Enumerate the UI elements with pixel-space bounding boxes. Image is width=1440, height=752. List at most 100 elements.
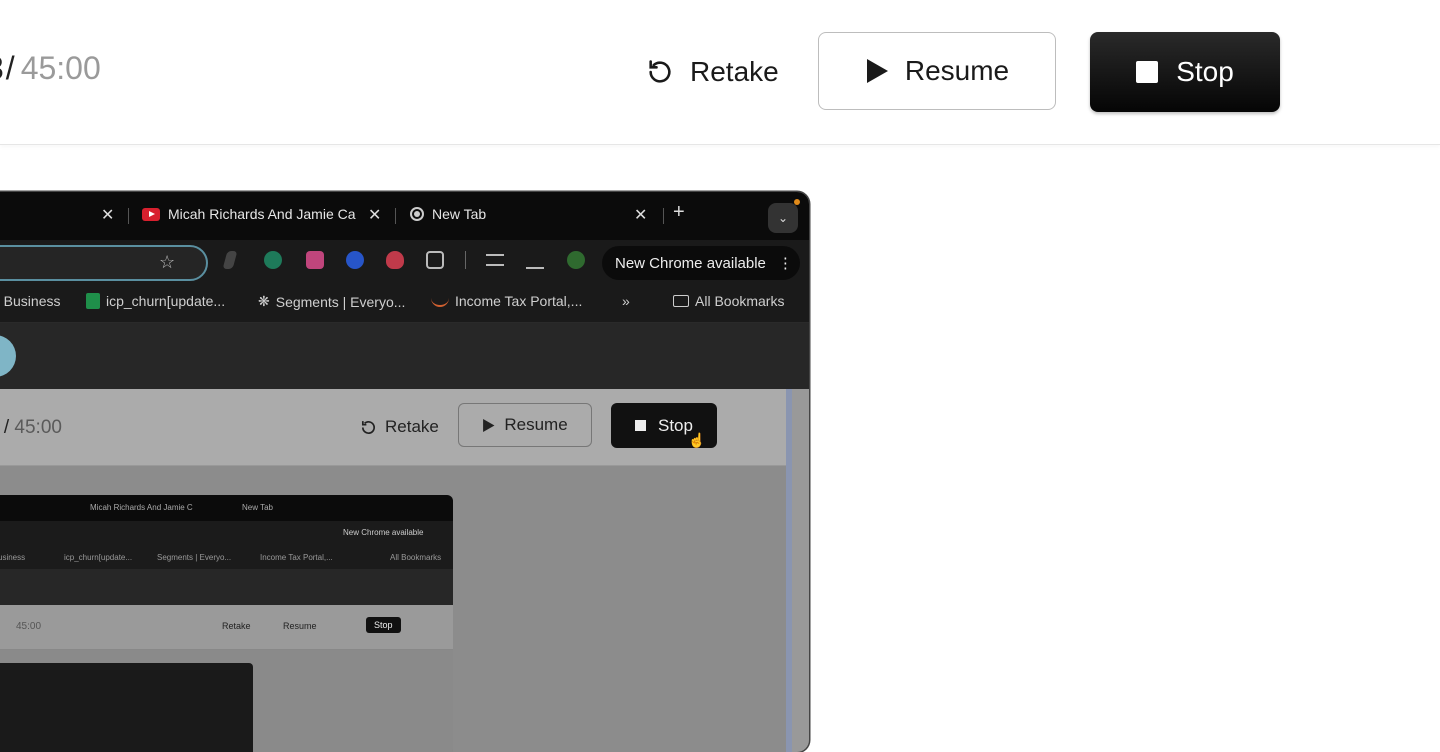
retake-icon [361, 420, 375, 434]
double-chevron-icon: » [622, 293, 630, 309]
folder-icon [673, 295, 689, 307]
bookmarks-bar: n Business icp_churn[update... ❋ Segment… [0, 282, 809, 323]
avatar[interactable] [0, 335, 16, 377]
nested-page: 3 45:00 Retake Resume Stop [0, 605, 453, 752]
tab-divider [128, 208, 129, 224]
retake-label: Retake [690, 56, 779, 87]
browser-address-bar: ☆ New Chrome available ⋮ [0, 240, 809, 282]
bookmark-label: icp_churn[update... [106, 293, 226, 309]
close-tab-icon[interactable]: ✕ [368, 205, 381, 225]
inner-recording-toolbar: 3 / 45:00 Retake Resume Stop [0, 389, 792, 466]
nested-preview: Micah Richards And Jamie C New Tab New C… [0, 495, 453, 752]
nested-bookmark: Income Tax Portal,... [260, 553, 333, 562]
pointer-cursor-icon: ☝ [688, 432, 706, 448]
omnibox[interactable]: ☆ [0, 245, 208, 281]
tab-divider [395, 208, 396, 224]
nested-bookmark: icp_churn[update... [64, 553, 133, 562]
inner-retake-label: Retake [385, 417, 439, 436]
bookmark-label: Segments | Everyo... [275, 293, 406, 310]
puzzle-extensions-icon[interactable] [426, 251, 444, 269]
retake-button[interactable]: Retake [646, 52, 779, 92]
inner-resume-button: Resume [458, 403, 592, 447]
bookmarks-overflow[interactable]: » [622, 293, 630, 309]
tab-divider [663, 208, 664, 224]
c-extension-icon[interactable] [346, 251, 364, 269]
nested-resume: Resume [283, 621, 317, 631]
stop-button[interactable]: Stop [1090, 32, 1280, 112]
bookmark-item[interactable]: n Business [0, 293, 60, 309]
chrome-update-button[interactable]: New Chrome available ⋮ [602, 246, 800, 280]
browser-tab-strip: ✕ Micah Richards And Jamie Ca ✕ New Tab … [0, 192, 809, 240]
nested-nested-preview [0, 663, 253, 752]
segment-icon: ❋ [258, 293, 270, 309]
timer-separator: / [5, 50, 15, 86]
bookmark-label: All Bookmarks [695, 293, 785, 309]
elapsed-time: 3 [0, 50, 4, 86]
tab-new-tab[interactable]: New Tab [410, 206, 486, 222]
bookmark-label: Income Tax Portal,... [455, 293, 583, 309]
nested-retake: Retake [222, 621, 251, 631]
nested-bookmarks: n Business icp_churn[update... Segments … [0, 547, 453, 569]
resume-button[interactable]: Resume [818, 32, 1056, 110]
page-header-dark [0, 323, 809, 389]
youtube-icon [142, 207, 160, 221]
nested-address-bar: New Chrome available [0, 521, 453, 547]
recording-toolbar: 3/45:00 Retake Resume Stop [0, 0, 1440, 145]
nested-bookmark: Segments | Everyo... [157, 553, 232, 562]
inner-separator: / [3, 417, 10, 438]
nested-total: 45:00 [16, 621, 42, 632]
play-icon [483, 418, 495, 432]
stop-label: Stop [1176, 56, 1234, 87]
tab-title: Micah Richards And Jamie Ca [168, 206, 356, 222]
grammarly-extension-icon[interactable] [264, 251, 282, 269]
nested-dark-header [0, 569, 453, 605]
tab-title: New Tab [432, 206, 487, 222]
feather-extension-icon[interactable] [222, 251, 238, 269]
bookmark-item[interactable]: Income Tax Portal,... [431, 293, 582, 309]
scrollbar[interactable] [786, 389, 792, 752]
chevron-down-icon[interactable]: ⌄ [768, 203, 798, 233]
stop-icon [635, 420, 646, 431]
new-tab-icon[interactable]: + [673, 201, 685, 224]
stop-icon [1136, 61, 1159, 83]
income-tax-icon [431, 295, 449, 307]
screen-preview: ✕ Micah Richards And Jamie Ca ✕ New Tab … [0, 192, 809, 752]
nested-tab-title: Micah Richards And Jamie C [90, 503, 193, 512]
toolbar-divider [465, 251, 466, 269]
chrome-icon [410, 207, 424, 221]
inner-total: 45:00 [14, 417, 62, 438]
nested-tab-title: New Tab [242, 503, 273, 512]
play-icon [866, 59, 888, 83]
nested-tab-strip: Micah Richards And Jamie C New Tab [0, 495, 453, 521]
bookmark-item[interactable]: ❋ Segments | Everyo... [258, 293, 405, 310]
inner-timer: 3 / 45:00 [0, 417, 62, 439]
nested-bookmark: All Bookmarks [390, 553, 442, 562]
star-icon[interactable]: ☆ [159, 252, 175, 273]
all-bookmarks[interactable]: All Bookmarks [673, 293, 784, 309]
nested-bookmark: n Business [0, 553, 26, 562]
nested-recording-toolbar: 3 45:00 Retake Resume Stop [0, 605, 453, 650]
inner-resume-label: Resume [504, 415, 568, 434]
more-vert-icon[interactable]: ⋮ [778, 254, 793, 272]
retake-icon [649, 60, 671, 83]
inner-retake-button: Retake [360, 417, 439, 437]
close-tab-icon[interactable]: ✕ [101, 205, 114, 225]
sheets-icon [86, 293, 100, 309]
recording-timer: 3/45:00 [0, 50, 101, 87]
close-tab-icon[interactable]: ✕ [634, 205, 647, 225]
nested-stop: Stop [366, 617, 401, 633]
inner-recording-page: 3 / 45:00 Retake Resume Stop Micah Richa… [0, 389, 792, 752]
bell-extension-icon[interactable] [386, 251, 404, 269]
bookmark-label: n Business [0, 293, 61, 309]
download-icon[interactable] [526, 251, 544, 269]
nested-update-label: New Chrome available [343, 528, 424, 537]
reading-list-icon[interactable] [486, 254, 504, 266]
notification-dot [794, 199, 800, 205]
profile-avatar[interactable] [567, 251, 585, 269]
tab-youtube[interactable]: Micah Richards And Jamie Ca [142, 206, 356, 222]
pattern-extension-icon[interactable] [306, 251, 324, 269]
update-label: New Chrome available [615, 254, 766, 272]
bookmark-item[interactable]: icp_churn[update... [86, 293, 225, 309]
total-time: 45:00 [20, 50, 101, 86]
resume-label: Resume [904, 55, 1010, 86]
